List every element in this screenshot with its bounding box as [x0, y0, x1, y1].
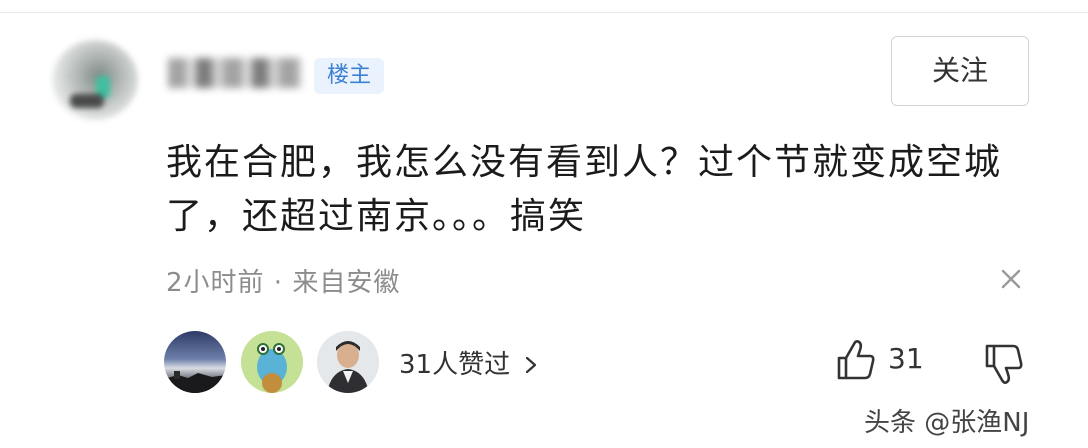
likers-link[interactable]: 31人赞过 — [399, 344, 538, 381]
thumb-down-icon[interactable] — [984, 342, 1024, 386]
op-badge: 楼主 — [314, 58, 384, 94]
thumb-up-icon[interactable] — [836, 338, 876, 382]
close-icon[interactable] — [996, 264, 1026, 294]
likers-summary: 31人赞过 — [399, 350, 511, 380]
chevron-right-icon — [526, 356, 537, 374]
like-count: 31 — [888, 342, 924, 375]
top-divider — [0, 12, 1088, 13]
liker-avatar-1[interactable] — [164, 331, 226, 393]
author-name-blurred[interactable] — [168, 58, 302, 88]
comment-meta: 2小时前 · 来自安徽 — [166, 268, 401, 298]
follow-button[interactable]: 关注 — [891, 36, 1029, 106]
liker-avatar-2[interactable] — [241, 331, 303, 393]
author-avatar[interactable] — [52, 40, 138, 120]
liker-avatar-3[interactable] — [317, 331, 379, 393]
comment-text: 我在合肥，我怎么没有看到人？过个节就变成空城了，还超过南京。。。搞笑 — [166, 142, 1003, 237]
watermark: 头条 @张渔NJ — [864, 408, 1030, 438]
